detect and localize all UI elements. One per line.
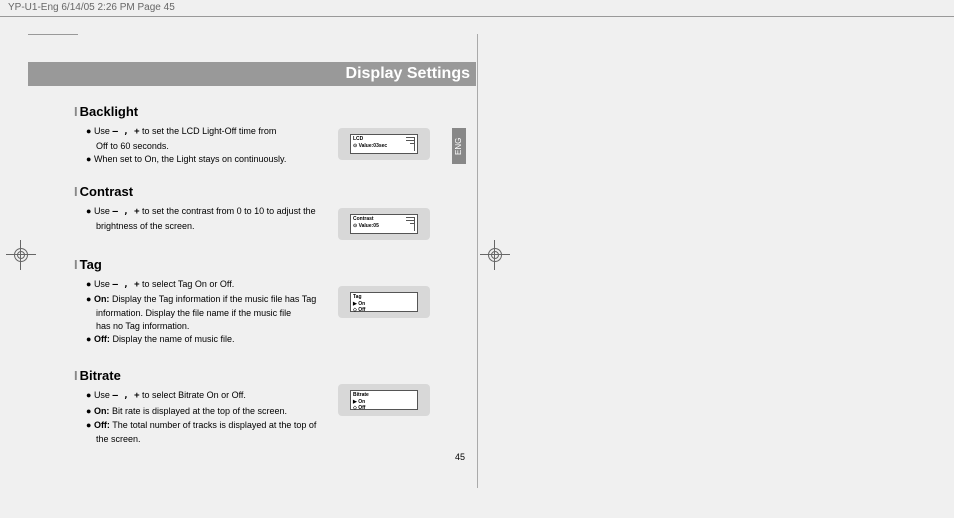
heading-tag: ITag — [74, 257, 434, 272]
heading-contrast: IContrast — [74, 184, 434, 199]
lcd-contrast-illustration: Contrast ⊙ Value:05 — [338, 208, 430, 240]
center-divider — [477, 34, 478, 488]
lcd-line: ◇ Off — [353, 405, 415, 412]
minus-plus-icon: — , + — [112, 207, 139, 217]
page-title: Display Settings — [346, 65, 470, 82]
tag-item-off: Off: Display the name of music file. — [74, 333, 434, 346]
crop-mark-icon — [480, 240, 510, 270]
lcd-bitrate-illustration: Bitrate ▶ On ◇ Off — [338, 384, 430, 416]
heading-bitrate: IBitrate — [74, 368, 434, 383]
language-tab: ENG — [452, 128, 466, 164]
scale-icon — [406, 217, 415, 231]
header-print-info: YP-U1-Eng 6/14/05 2:26 PM Page 45 — [8, 2, 175, 13]
minus-plus-icon: — , + — [112, 391, 139, 401]
bitrate-item-off: Off: The total number of tracks is displ… — [74, 419, 434, 432]
crop-mark-icon — [6, 240, 36, 270]
minus-plus-icon: — , + — [112, 280, 139, 290]
top-rule-short — [28, 34, 78, 35]
bitrate-item-off-b: the screen. — [74, 433, 434, 446]
minus-plus-icon: — , + — [112, 127, 139, 137]
top-rule — [0, 16, 954, 17]
lcd-line: ◇ Off — [353, 307, 415, 314]
page-number: 45 — [455, 452, 465, 462]
scale-icon — [406, 137, 415, 151]
lcd-backlight-illustration: LCD ⊙ Value:03sec — [338, 128, 430, 160]
page-title-bar: Display Settings — [28, 62, 476, 86]
heading-backlight: IBacklight — [74, 104, 434, 119]
lcd-tag-illustration: Tag ▶ On ◇ Off — [338, 286, 430, 318]
tag-item-on-c: has no Tag information. — [74, 320, 434, 333]
